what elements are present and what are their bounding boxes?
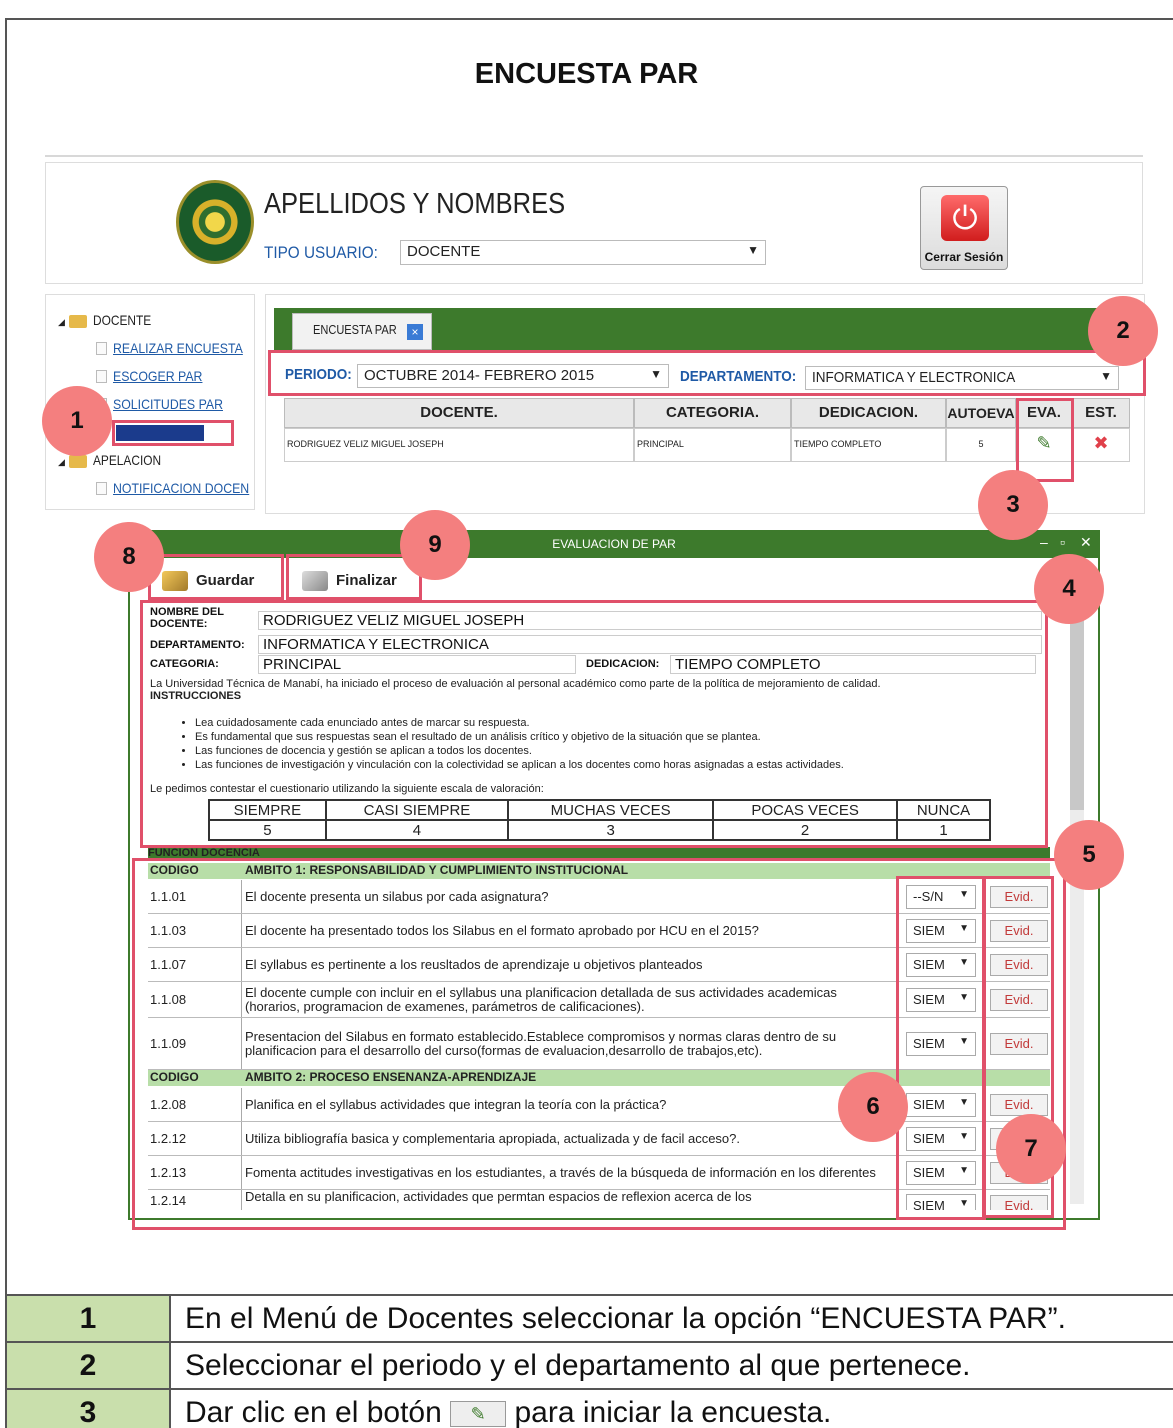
chevron-down-icon: ▼ bbox=[747, 243, 759, 257]
step-number: 2 bbox=[5, 1341, 171, 1390]
step-badge: 4 bbox=[1034, 554, 1104, 624]
folder-icon bbox=[68, 454, 87, 468]
highlight-9 bbox=[286, 554, 422, 600]
step-number: 3 bbox=[5, 1388, 171, 1428]
tree-expand-icon: ◢ bbox=[58, 457, 65, 467]
step-badge: 7 bbox=[996, 1114, 1066, 1184]
step-text: Seleccionar el periodo y el departamento… bbox=[169, 1341, 1173, 1390]
tipo-usuario-label: TIPO USUARIO: bbox=[264, 243, 378, 262]
step-badge: 5 bbox=[1054, 820, 1124, 890]
col-docente: DOCENTE. bbox=[284, 398, 634, 428]
tipo-usuario-select[interactable]: DOCENTE ▼ bbox=[400, 240, 766, 265]
step-badge: 6 bbox=[838, 1072, 908, 1142]
logout-label: Cerrar Sesión bbox=[924, 250, 1004, 264]
tipo-usuario-value: DOCENTE bbox=[407, 243, 481, 260]
scrollbar-thumb[interactable] bbox=[1070, 620, 1084, 810]
step-badge: 1 bbox=[42, 386, 112, 456]
col-categoria: CATEGORIA. bbox=[634, 398, 791, 428]
highlight-4 bbox=[140, 600, 1048, 848]
step-badge: 8 bbox=[94, 522, 164, 592]
close-icon[interactable]: ✕ bbox=[1080, 534, 1092, 551]
page-title: ENCUESTA PAR bbox=[474, 58, 699, 90]
sidebar-item-solicitudes-par[interactable]: SOLICITUDES PAR bbox=[96, 396, 238, 414]
document-icon bbox=[96, 342, 107, 356]
highlight-6 bbox=[896, 876, 986, 1220]
cross-icon: ✖ bbox=[1072, 428, 1130, 462]
highlight-2 bbox=[268, 350, 1146, 396]
cell-categoria: PRINCIPAL bbox=[634, 428, 791, 462]
step-badge: 2 bbox=[1088, 296, 1158, 366]
divider bbox=[45, 155, 1143, 157]
col-dedicacion: DEDICACION. bbox=[791, 398, 946, 428]
power-icon: ⏻ bbox=[941, 195, 989, 241]
user-name: APELLIDOS Y NOMBRES bbox=[264, 188, 566, 220]
sidebar-item-realizar-encuesta[interactable]: REALIZAR ENCUESTA bbox=[96, 340, 261, 358]
highlight-1 bbox=[112, 420, 234, 446]
step-number: 1 bbox=[5, 1294, 171, 1343]
cell-docente: RODRIGUEZ VELIZ MIGUEL JOSEPH bbox=[284, 428, 634, 462]
document-icon bbox=[96, 370, 107, 384]
cell-autoeva: 5 bbox=[946, 428, 1016, 462]
close-icon[interactable]: × bbox=[407, 324, 423, 340]
highlight-3 bbox=[1016, 398, 1074, 482]
sidebar-item-notificacion-docen[interactable]: NOTIFICACION DOCEN bbox=[96, 480, 268, 498]
tree-expand-icon: ◢ bbox=[58, 317, 65, 327]
step-text: Dar clic en el botón ✎ para iniciar la e… bbox=[169, 1388, 1173, 1428]
tree-node-docente[interactable]: ◢ DOCENTE bbox=[58, 312, 161, 328]
document-icon bbox=[96, 482, 107, 496]
step-text: En el Menú de Docentes seleccionar la op… bbox=[169, 1294, 1173, 1343]
maximize-icon[interactable]: ▫ bbox=[1060, 534, 1065, 550]
cell-dedicacion: TIEMPO COMPLETO bbox=[791, 428, 946, 462]
step-badge: 3 bbox=[978, 470, 1048, 540]
col-autoeva: AUTOEVA bbox=[946, 398, 1016, 428]
folder-icon bbox=[68, 314, 87, 328]
logout-button[interactable]: ⏻ Cerrar Sesión bbox=[920, 186, 1008, 270]
col-est: EST. bbox=[1072, 398, 1130, 428]
step-badge: 9 bbox=[400, 510, 470, 580]
minimize-icon[interactable]: – bbox=[1040, 534, 1048, 550]
steps-table: 1 En el Menú de Docentes seleccionar la … bbox=[5, 1294, 1173, 1428]
tab-encuesta-par[interactable]: ENCUESTA PAR × bbox=[292, 313, 432, 350]
sidebar-item-escoger-par[interactable]: ESCOGER PAR bbox=[96, 368, 215, 386]
pencil-icon: ✎ bbox=[450, 1400, 507, 1427]
university-logo bbox=[176, 180, 254, 264]
highlight-8 bbox=[148, 554, 284, 600]
